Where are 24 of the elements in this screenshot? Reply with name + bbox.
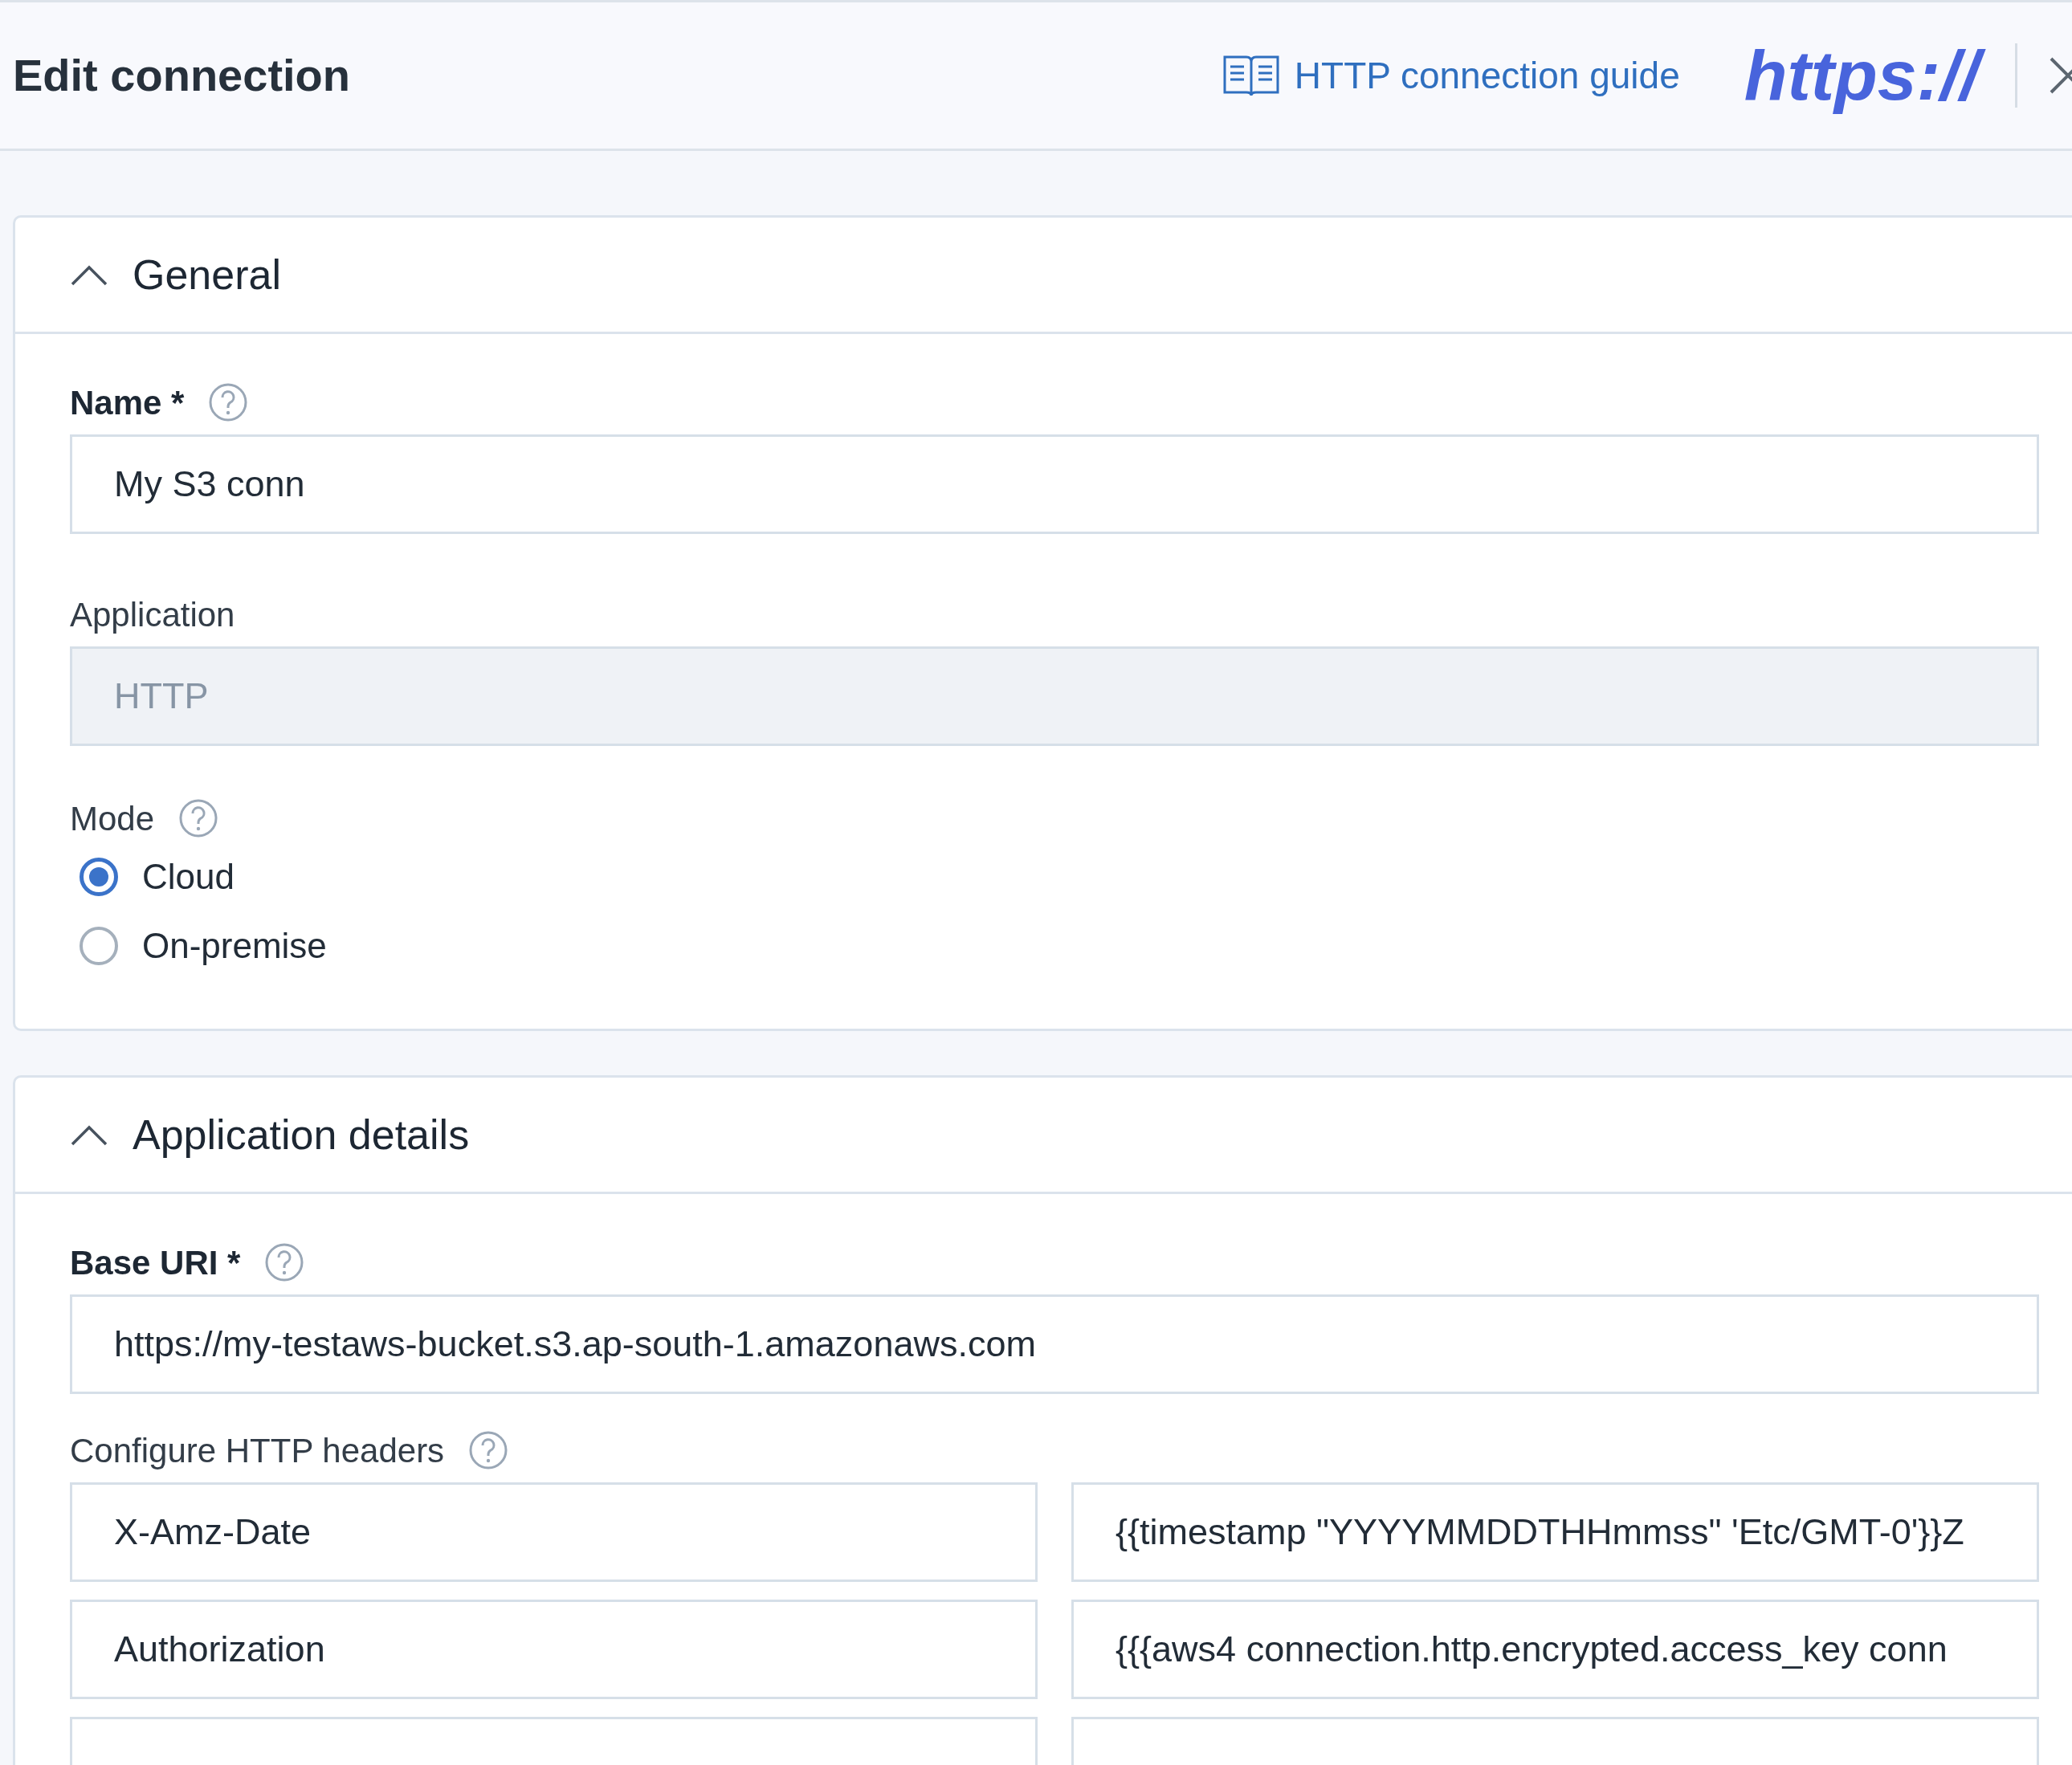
radio-option[interactable]: Cloud <box>80 850 235 903</box>
app-logo: https:// <box>1744 29 1991 122</box>
section-header[interactable]: Application details <box>15 1078 2072 1194</box>
input-field[interactable]: {{{aws4 connection.http.encrypted.access_key conn <box>1071 1600 2039 1699</box>
dialog-title: Edit connection <box>13 49 350 102</box>
field-label: Application <box>70 594 235 635</box>
radio-icon[interactable] <box>80 858 118 896</box>
section-header[interactable]: General <box>15 218 2072 334</box>
input-field[interactable]: https://my-testaws-bucket.s3.ap-south-1.amazonaws.com <box>70 1294 2039 1394</box>
radio-option[interactable]: On-premise <box>80 919 327 972</box>
field-label: Base URI * <box>70 1242 241 1283</box>
input-field[interactable]: {{timestamp "YYYYMMDDTHHmmss" 'Etc/GMT-0'}}Z <box>1071 1482 2039 1582</box>
field-label: Mode <box>70 798 155 839</box>
radio-icon[interactable] <box>80 927 118 965</box>
guide-link[interactable]: HTTP connection guide <box>1222 47 1680 104</box>
input-field[interactable]: My S3 conn <box>70 434 2039 534</box>
help-icon[interactable] <box>178 798 219 838</box>
help-icon[interactable] <box>208 382 249 422</box>
field-label: Configure HTTP headers <box>70 1430 445 1471</box>
help-icon[interactable] <box>468 1430 509 1470</box>
help-icon[interactable] <box>264 1242 305 1282</box>
input-field[interactable]: X-Amz-Date <box>70 1482 1038 1582</box>
input-field[interactable]: Authorization <box>70 1600 1038 1699</box>
field-label: Name * <box>70 382 185 423</box>
